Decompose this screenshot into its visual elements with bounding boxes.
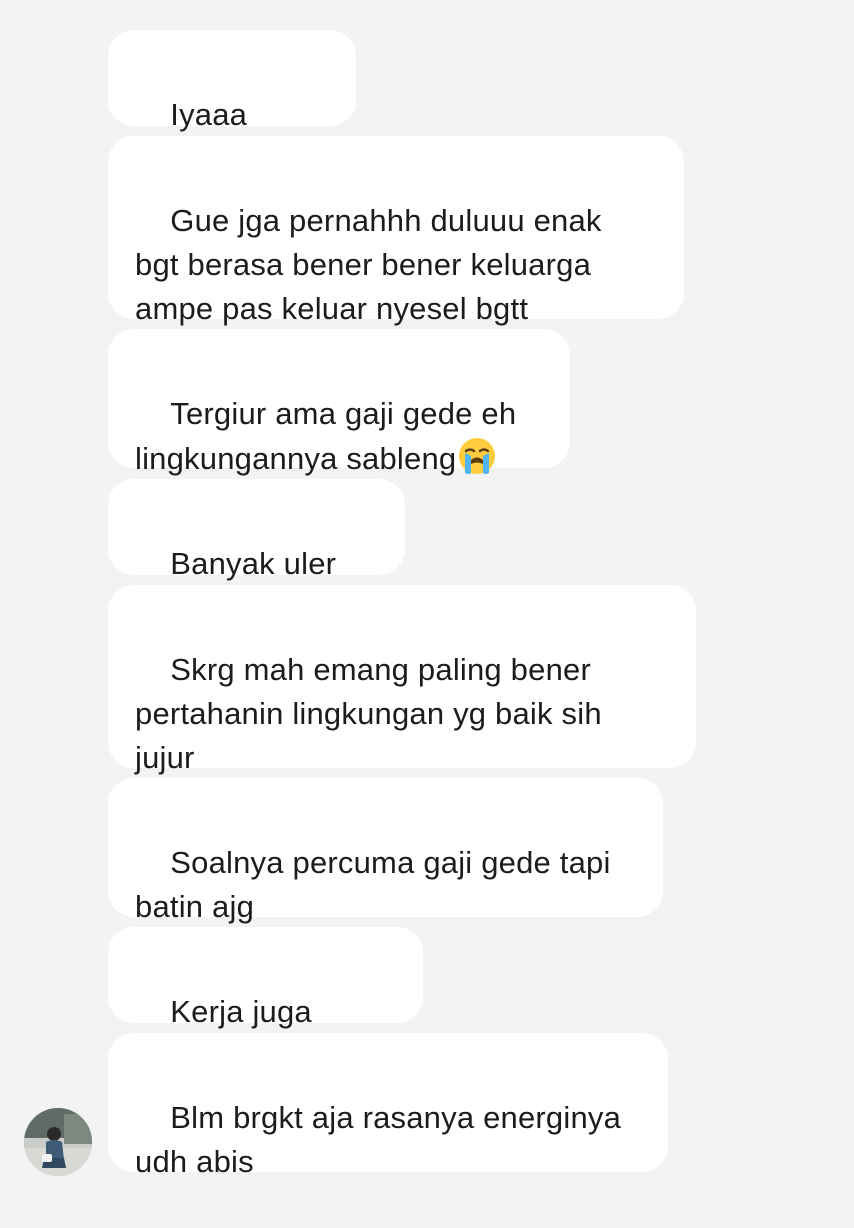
chat-thread: Iyaaa ngertii Gue jga pernahhh duluuu en… (0, 0, 854, 1200)
message-text: Gue jga pernahhh duluuu enak bgt berasa … (135, 203, 602, 326)
message-bubble[interactable]: Tergiur ama gaji gede eh lingkungannya s… (108, 329, 570, 476)
message-text: Soalnya percuma gaji gede tapi batin ajg (135, 845, 611, 924)
message-bubble[interactable]: Blm brgkt aja rasanya energinya udh abis (108, 1033, 668, 1179)
message-bubble[interactable]: Banyak uler ajg (108, 479, 405, 625)
message-text: Skrg mah emang paling bener pertahanin l… (135, 652, 602, 775)
message-bubble[interactable]: Kerja juga males (108, 927, 423, 1073)
avatar-photo (24, 1108, 92, 1176)
message-bubble[interactable]: Gue jga pernahhh duluuu enak bgt berasa … (108, 136, 684, 326)
message-bubble[interactable]: Iyaaa ngertii (108, 30, 356, 176)
avatar[interactable] (24, 1108, 92, 1176)
loudly-crying-face-icon (457, 436, 497, 476)
message-text: Blm brgkt aja rasanya energinya udh abis (135, 1100, 622, 1179)
message-bubble[interactable]: Skrg mah emang paling bener pertahanin l… (108, 585, 696, 775)
message-bubble[interactable]: Soalnya percuma gaji gede tapi batin ajg (108, 778, 663, 924)
